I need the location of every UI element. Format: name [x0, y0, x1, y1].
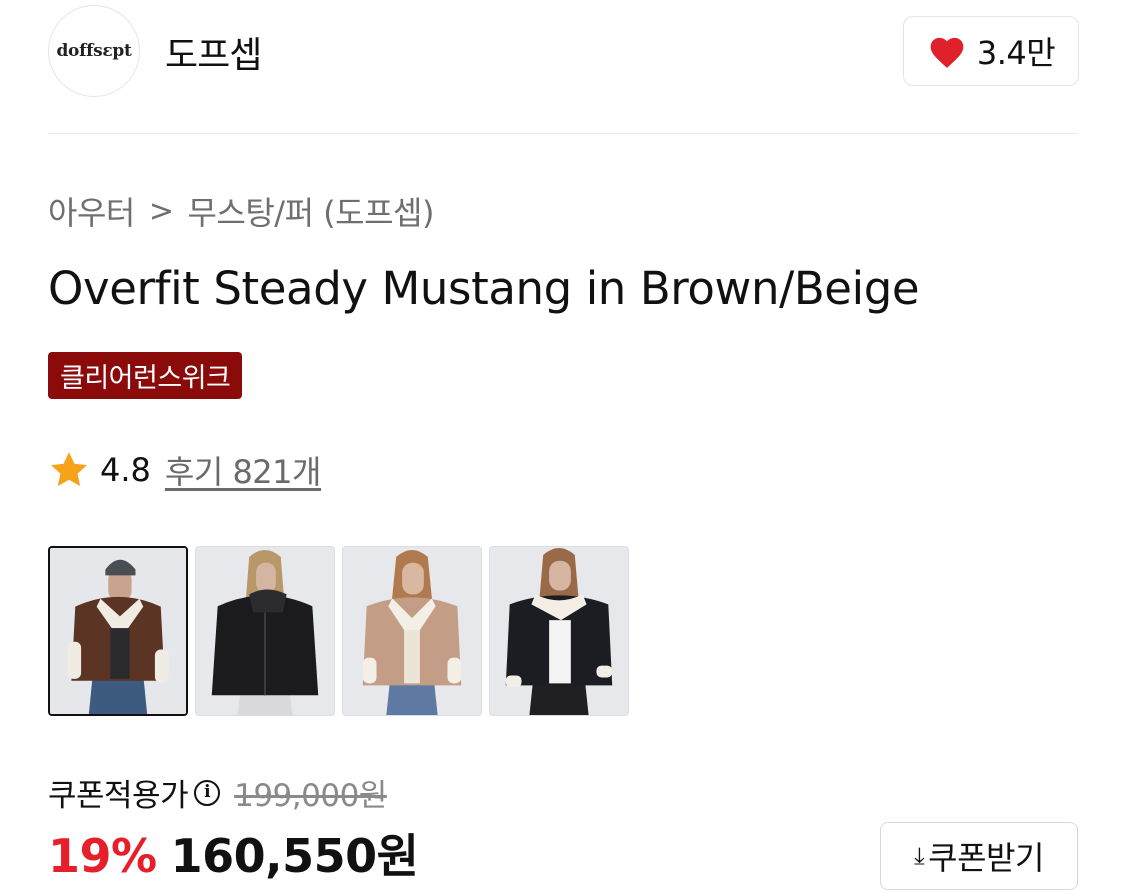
- breadcrumb-category[interactable]: 아우터: [48, 188, 135, 234]
- coupon-button-label: 쿠폰받기: [928, 839, 1044, 877]
- price-label-row: 쿠폰적용가 i 199,000원: [48, 770, 387, 815]
- original-price: 199,000원: [234, 778, 387, 814]
- header-divider: [48, 133, 1078, 134]
- download-coupon-button[interactable]: ⤓ 쿠폰받기: [880, 822, 1078, 890]
- rating-row: 4.8 후기 821개: [48, 447, 321, 493]
- sale-price: 160,550원: [170, 829, 419, 883]
- discount-rate: 19%: [48, 829, 157, 883]
- breadcrumb-subcategory[interactable]: 무스탕/퍼 (도프셉): [187, 188, 434, 234]
- brand-name[interactable]: 도프셉: [165, 26, 262, 78]
- price-row: 19% 160,550원: [48, 820, 419, 886]
- chevron-right-icon: >: [148, 193, 174, 229]
- product-thumbnail-brown[interactable]: [48, 546, 188, 716]
- download-icon: ⤓: [914, 842, 925, 870]
- breadcrumb: 아우터 > 무스탕/퍼 (도프셉): [48, 188, 434, 234]
- rating-score: 4.8: [100, 451, 151, 489]
- coupon-price-label: 쿠폰적용가: [48, 778, 189, 814]
- product-title: Overfit Steady Mustang in Brown/Beige: [48, 262, 920, 315]
- product-page: doffsɛpt 도프셉 3.4만 아우터 > 무스탕/퍼 (도프셉) Over…: [0, 0, 1125, 892]
- brand-logo[interactable]: doffsɛpt: [48, 5, 140, 97]
- thumbnail-strip: [48, 546, 629, 716]
- star-icon: [48, 449, 90, 491]
- like-count: 3.4만: [976, 34, 1056, 72]
- review-count-link[interactable]: 후기 821개: [165, 447, 322, 493]
- promo-badge: 클리어런스위크: [48, 352, 243, 399]
- like-button[interactable]: 3.4만: [903, 16, 1079, 86]
- heart-icon: [927, 33, 967, 69]
- product-thumbnail-black[interactable]: [195, 546, 335, 716]
- info-icon[interactable]: i: [194, 779, 221, 806]
- product-thumbnail-beige[interactable]: [342, 546, 482, 716]
- product-thumbnail-black-white[interactable]: [489, 546, 629, 716]
